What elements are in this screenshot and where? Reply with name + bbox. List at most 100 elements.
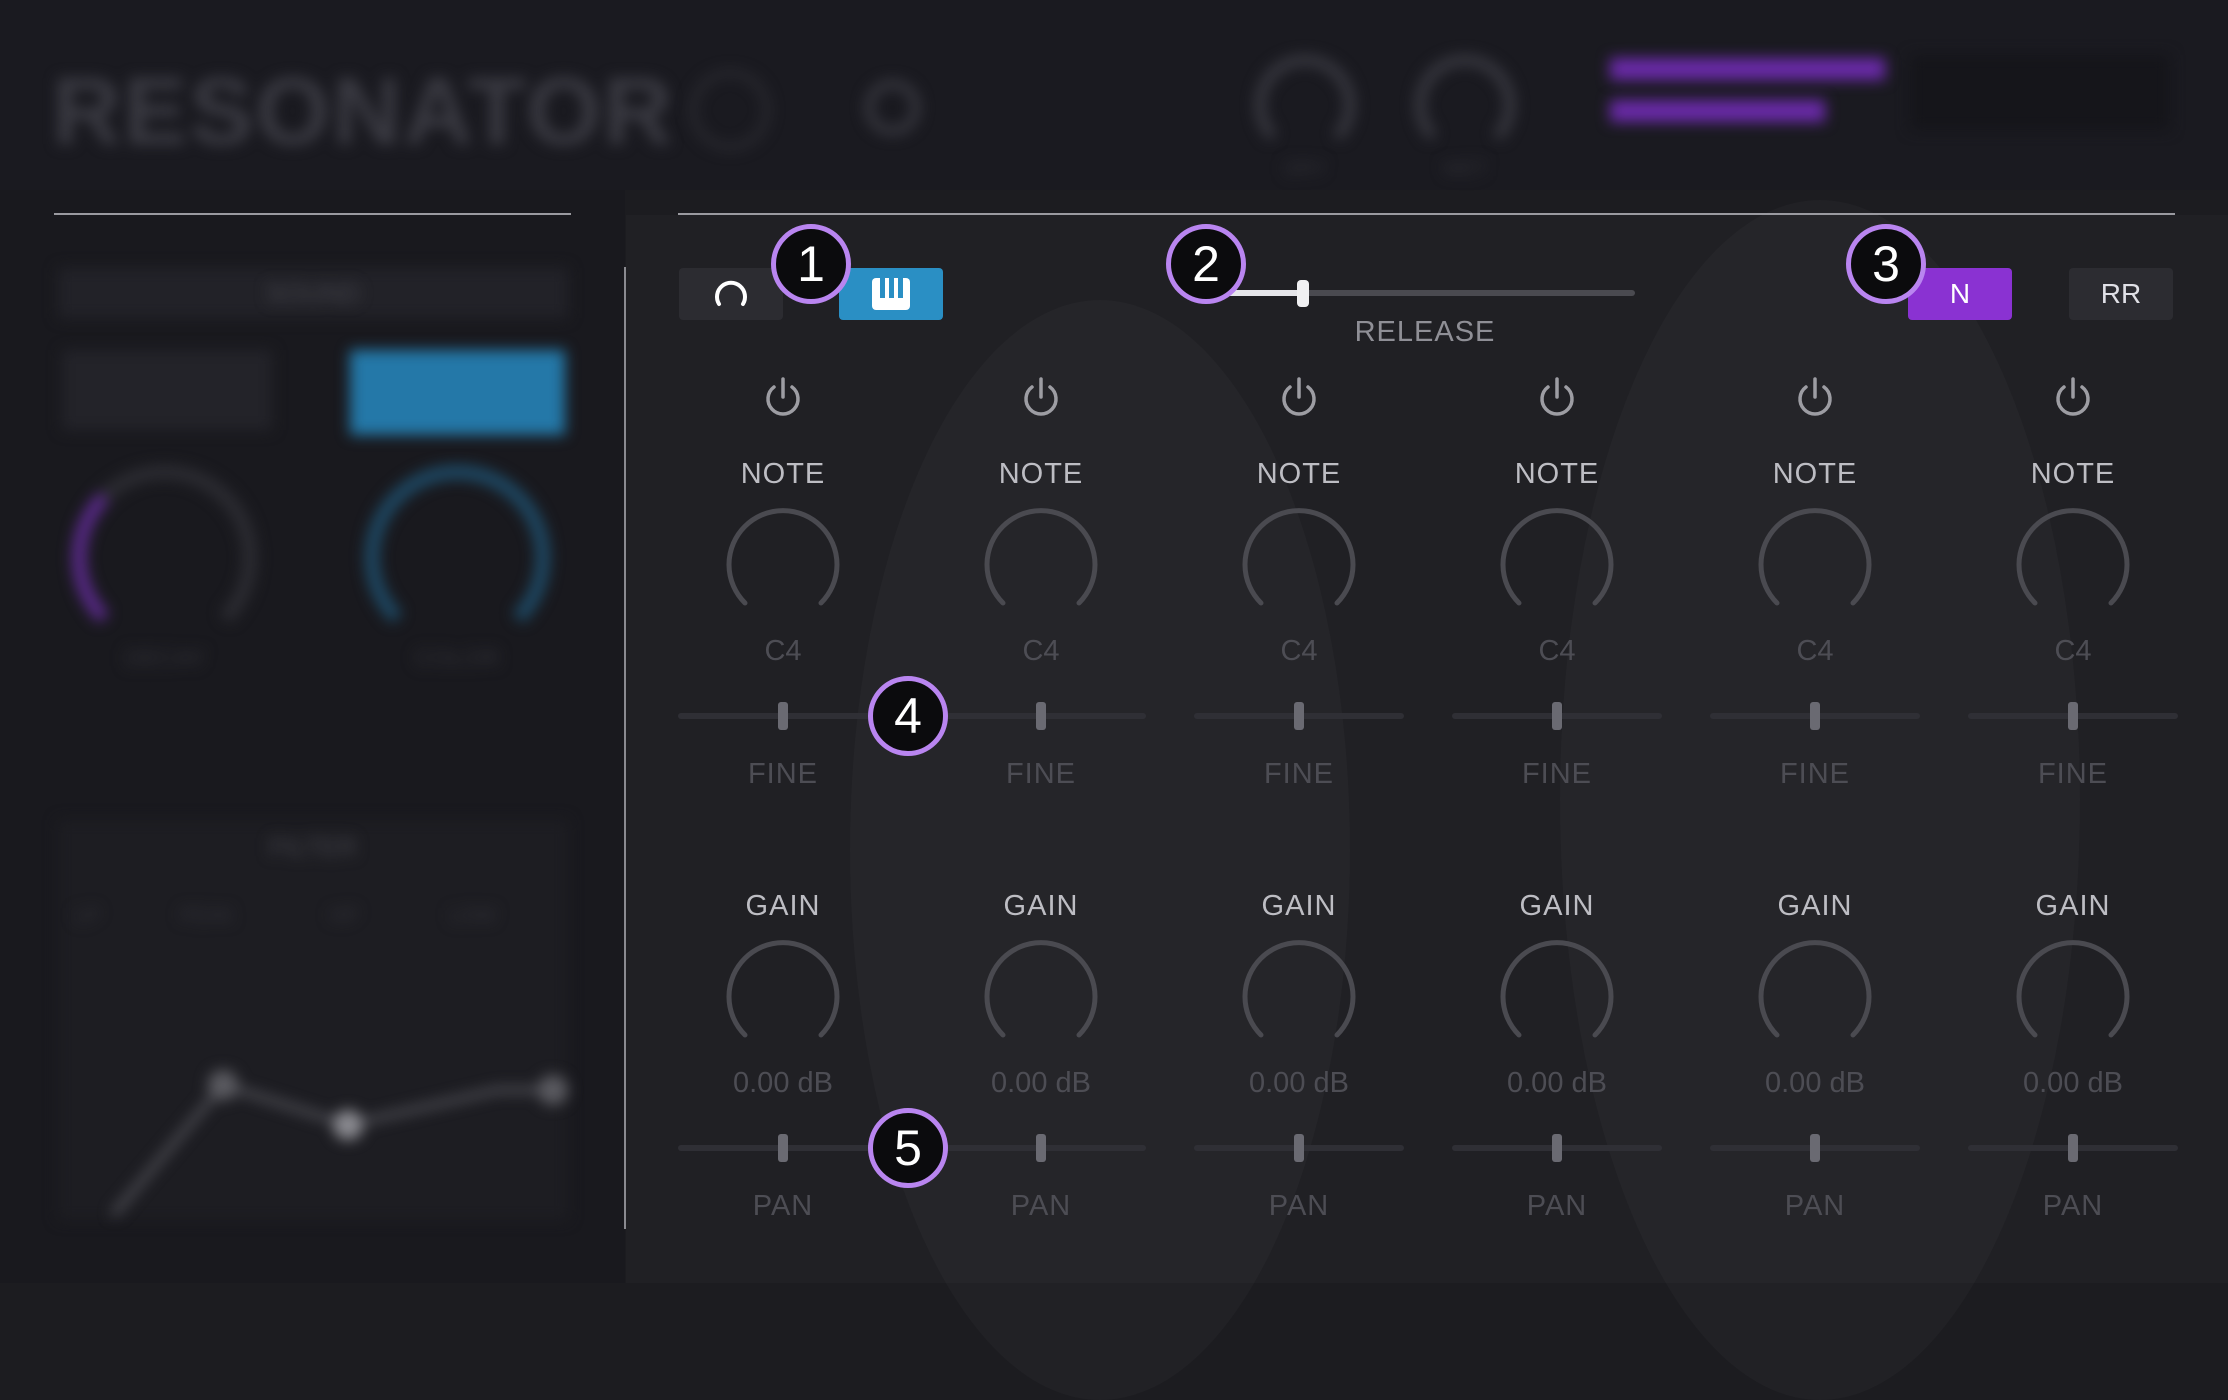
callout-1: 1 xyxy=(771,224,851,304)
wave-mode-button[interactable] xyxy=(62,350,272,430)
color-knob[interactable] xyxy=(365,465,550,650)
callout-4: 4 xyxy=(868,676,948,756)
power-button[interactable] xyxy=(1533,373,1581,421)
callout-5: 5 xyxy=(868,1108,948,1188)
gain-knob[interactable] xyxy=(976,932,1106,1062)
keyboard-mode-button[interactable] xyxy=(839,268,943,320)
pan-label: PAN xyxy=(1526,1190,1588,1222)
gain-knob-wrap[interactable] xyxy=(2008,932,2138,1062)
header-knob-wet[interactable] xyxy=(1415,55,1515,155)
gain-knob[interactable] xyxy=(2008,932,2138,1062)
note-label: NOTE xyxy=(1772,458,1858,490)
pan-slider-handle[interactable] xyxy=(2068,1134,2078,1162)
active-mode-button[interactable] xyxy=(350,350,565,435)
fine-label: FINE xyxy=(1005,758,1077,790)
note-knob-wrap[interactable] xyxy=(1492,500,1622,630)
fine-slider-handle[interactable] xyxy=(1810,702,1820,730)
filter-tab-3[interactable]: HP xyxy=(330,905,390,928)
pan-slider-handle[interactable] xyxy=(1294,1134,1304,1162)
header-icon-1[interactable] xyxy=(690,70,770,150)
pan-label: PAN xyxy=(1784,1190,1846,1222)
mode-rr-button[interactable]: RR xyxy=(2069,268,2173,320)
power-icon xyxy=(1540,377,1574,416)
note-knob[interactable] xyxy=(1750,500,1880,630)
pan-slider-handle[interactable] xyxy=(1552,1134,1562,1162)
note-knob[interactable] xyxy=(718,500,848,630)
header-knob-dry[interactable] xyxy=(1255,55,1355,155)
note-knob-wrap[interactable] xyxy=(1234,500,1364,630)
gain-knob[interactable] xyxy=(1234,932,1364,1062)
note-value: C4 xyxy=(2054,635,2092,667)
note-label: NOTE xyxy=(740,458,826,490)
gain-label: GAIN xyxy=(1003,890,1079,922)
main-divider xyxy=(678,213,2175,215)
release-slider-handle[interactable] xyxy=(1297,280,1310,307)
note-knob-wrap[interactable] xyxy=(1750,500,1880,630)
gain-knob-wrap[interactable] xyxy=(976,932,1106,1062)
gain-value: 0.00 dB xyxy=(733,1067,833,1099)
fine-slider-handle[interactable] xyxy=(2068,702,2078,730)
pan-slider-handle[interactable] xyxy=(1036,1134,1046,1162)
gain-knob[interactable] xyxy=(1492,932,1622,1062)
header-preset-box[interactable] xyxy=(1910,55,2170,130)
note-label: NOTE xyxy=(1514,458,1600,490)
decay-knob[interactable] xyxy=(72,465,257,650)
gain-value: 0.00 dB xyxy=(2023,1067,2123,1099)
filter-tab-1[interactable]: LP xyxy=(75,905,135,928)
gain-label: GAIN xyxy=(1777,890,1853,922)
fine-label: FINE xyxy=(1521,758,1593,790)
power-button[interactable] xyxy=(759,373,807,421)
note-label: NOTE xyxy=(1256,458,1342,490)
gain-label: GAIN xyxy=(2035,890,2111,922)
gain-label: GAIN xyxy=(1519,890,1595,922)
gain-knob-wrap[interactable] xyxy=(718,932,848,1062)
power-icon xyxy=(1798,377,1832,416)
gain-knob-wrap[interactable] xyxy=(1234,932,1364,1062)
piano-keys-icon xyxy=(872,278,910,310)
gain-value: 0.00 dB xyxy=(1765,1067,1865,1099)
note-value: C4 xyxy=(1538,635,1576,667)
header-knob-dry-label: DRY xyxy=(1284,158,1326,180)
color-label: COLOR xyxy=(414,645,500,672)
gain-knob-wrap[interactable] xyxy=(1750,932,1880,1062)
note-label: NOTE xyxy=(2030,458,2116,490)
power-button[interactable] xyxy=(2049,373,2097,421)
note-knob[interactable] xyxy=(2008,500,2138,630)
pan-slider-handle[interactable] xyxy=(778,1134,788,1162)
gain-knob[interactable] xyxy=(1750,932,1880,1062)
header-knob-wet-label: WET xyxy=(1442,158,1488,180)
fine-slider-handle[interactable] xyxy=(778,702,788,730)
note-knob-wrap[interactable] xyxy=(976,500,1106,630)
fine-label: FINE xyxy=(1263,758,1335,790)
pan-label: PAN xyxy=(1268,1190,1330,1222)
callout-3: 3 xyxy=(1846,224,1926,304)
power-button[interactable] xyxy=(1275,373,1323,421)
left-divider xyxy=(54,213,571,215)
filter-curve-graph[interactable] xyxy=(58,960,568,1220)
fine-label: FINE xyxy=(1779,758,1851,790)
power-icon xyxy=(766,377,800,416)
note-knob[interactable] xyxy=(1234,500,1364,630)
gain-knob[interactable] xyxy=(718,932,848,1062)
filter-tab-2[interactable]: PEAK xyxy=(180,905,260,928)
loop-mode-button[interactable] xyxy=(679,268,783,320)
note-value: C4 xyxy=(1022,635,1060,667)
header-icon-2[interactable] xyxy=(865,80,920,135)
filter-tab-4[interactable]: LOW xyxy=(450,905,520,928)
fine-slider-handle[interactable] xyxy=(1294,702,1304,730)
power-button[interactable] xyxy=(1791,373,1839,421)
fine-slider-handle[interactable] xyxy=(1036,702,1046,730)
note-knob[interactable] xyxy=(976,500,1106,630)
plugin-logo: RESONATOR xyxy=(52,58,675,165)
note-label: NOTE xyxy=(998,458,1084,490)
pan-slider-handle[interactable] xyxy=(1810,1134,1820,1162)
sound-title: SOUND xyxy=(266,278,360,308)
note-knob-wrap[interactable] xyxy=(718,500,848,630)
fine-slider-handle[interactable] xyxy=(1552,702,1562,730)
note-knob-wrap[interactable] xyxy=(2008,500,2138,630)
release-label: RELEASE xyxy=(1354,316,1496,348)
power-button[interactable] xyxy=(1017,373,1065,421)
gain-knob-wrap[interactable] xyxy=(1492,932,1622,1062)
gain-value: 0.00 dB xyxy=(1249,1067,1349,1099)
note-knob[interactable] xyxy=(1492,500,1622,630)
